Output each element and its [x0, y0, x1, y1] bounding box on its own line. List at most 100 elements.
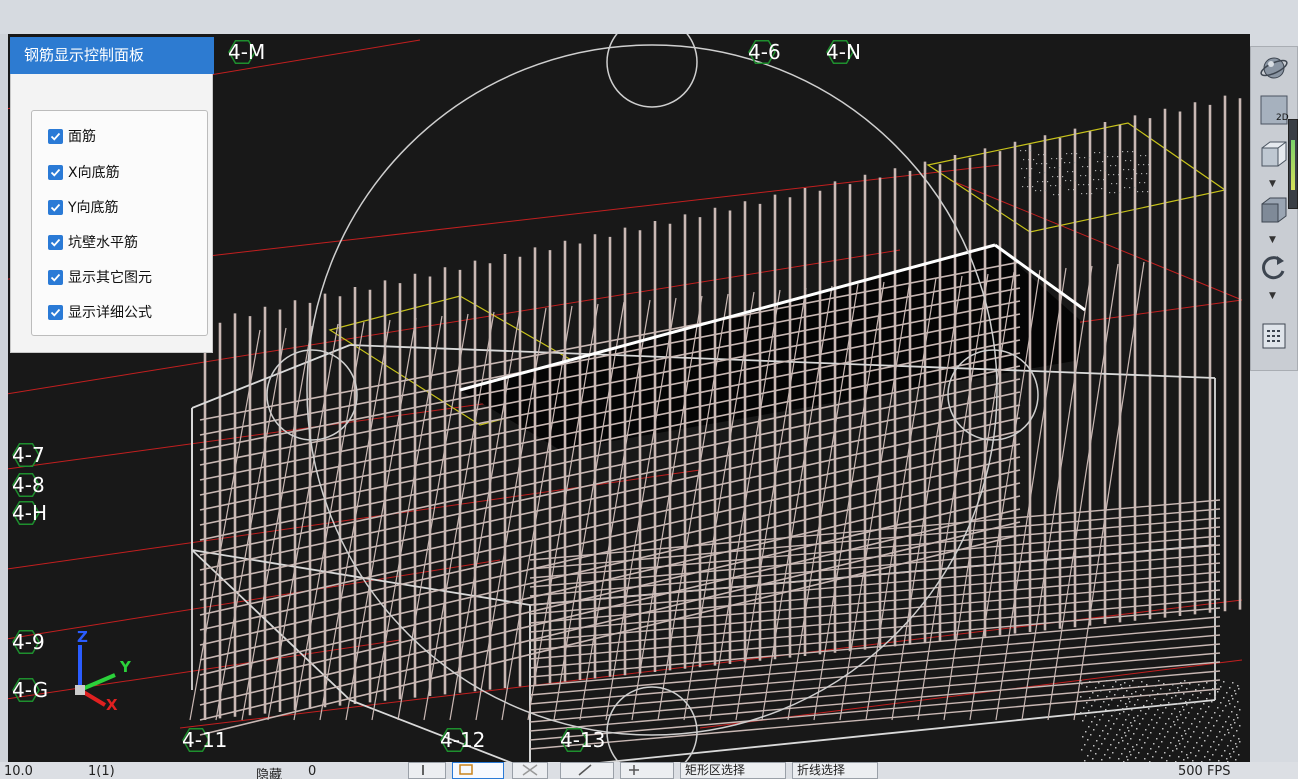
gravel-speck	[1168, 718, 1170, 720]
top-toolbar-area	[0, 0, 1298, 35]
checkbox-pit-wall-horizontal[interactable]	[48, 234, 63, 250]
option-x-bottom-rebar[interactable]: X向底筋	[48, 161, 120, 183]
chevron-down-icon[interactable]: ▼	[1269, 235, 1276, 245]
option-show-other-elements[interactable]: 显示其它图元	[48, 266, 152, 288]
gravel-speck	[1105, 725, 1107, 727]
diagonal-rebar	[371, 315, 443, 721]
gravel-speck	[1195, 755, 1197, 757]
gravel-speck	[1088, 184, 1090, 186]
gravel-speck	[1145, 713, 1147, 715]
gravel-speck	[1181, 751, 1183, 753]
gravel-speck	[1229, 703, 1231, 705]
gravel-speck	[1086, 702, 1088, 704]
y-axis-arrow	[79, 673, 116, 692]
gravel-speck	[1199, 737, 1201, 739]
grid-label: 4-N	[826, 40, 861, 64]
gravel-speck	[1153, 743, 1155, 745]
gravel-speck	[1208, 722, 1210, 724]
gravel-speck	[1210, 730, 1212, 732]
gravel-speck	[1224, 750, 1226, 752]
gravel-speck	[1183, 759, 1185, 761]
gravel-speck	[1140, 694, 1142, 696]
option-y-bottom-rebar[interactable]: Y向底筋	[48, 196, 119, 218]
polyline-select-button[interactable]: 折线选择	[792, 762, 878, 779]
gravel-speck	[1130, 738, 1132, 740]
gravel-speck	[1147, 737, 1149, 739]
gravel-speck	[1035, 190, 1037, 192]
gravel-speck	[1113, 174, 1115, 176]
solid-box-view-button[interactable]	[1257, 193, 1291, 227]
view-cube-button[interactable]	[1257, 137, 1291, 171]
layer-list-icon[interactable]	[1257, 319, 1291, 353]
gravel-speck	[1175, 695, 1177, 697]
gravel-speck	[1059, 167, 1061, 169]
checkbox-x-bottom-rebar[interactable]	[48, 164, 63, 180]
fps-readout: 500 FPS	[1178, 764, 1231, 779]
gravel-speck	[1108, 704, 1110, 706]
checkbox-face-rebar[interactable]	[48, 128, 63, 144]
gravel-speck	[1131, 709, 1133, 711]
orbit-globe-icon[interactable]	[1257, 51, 1291, 85]
option-show-detailed-formula[interactable]: 显示详细公式	[48, 301, 152, 323]
gravel-speck	[1147, 191, 1149, 193]
gravel-speck	[1159, 717, 1161, 719]
gravel-speck	[1126, 706, 1128, 708]
gravel-speck	[1080, 696, 1082, 698]
gravel-speck	[1085, 175, 1087, 177]
gravel-speck	[1125, 160, 1127, 162]
gravel-speck	[1125, 719, 1127, 721]
gravel-speck	[1231, 727, 1233, 729]
gravel-speck	[1215, 749, 1217, 751]
gravel-speck	[1126, 756, 1128, 758]
point-select-button[interactable]	[620, 762, 674, 779]
gravel-speck	[1214, 696, 1216, 698]
chevron-down-icon[interactable]: ▼	[1269, 179, 1276, 189]
gravel-speck	[1091, 193, 1093, 195]
gravel-speck	[1142, 718, 1144, 720]
gravel-speck	[1201, 745, 1203, 747]
option-pit-wall-horizontal-rebar[interactable]: 坑壁水平筋	[48, 231, 138, 253]
grid-label: 4-G	[12, 678, 48, 702]
view-2d-button[interactable]: 2D	[1257, 93, 1291, 127]
gravel-speck	[1184, 746, 1186, 748]
gravel-speck	[1185, 701, 1187, 703]
gravel-speck	[1110, 744, 1112, 746]
panel-title: 钢筋显示控制面板	[10, 37, 214, 74]
wire-box-edge	[191, 549, 531, 606]
gravel-speck	[1103, 685, 1105, 687]
gravel-speck	[1084, 157, 1086, 159]
gravel-speck	[1119, 192, 1121, 194]
gravel-speck	[1232, 748, 1234, 750]
gravel-speck	[1113, 739, 1115, 741]
gravel-speck	[1131, 725, 1133, 727]
checkbox-y-bottom-rebar[interactable]	[48, 199, 63, 215]
rotate-icon[interactable]	[1257, 251, 1291, 285]
gravel-speck	[1081, 683, 1083, 685]
gravel-speck	[1129, 701, 1131, 703]
gravel-speck	[1181, 685, 1183, 687]
gravel-speck	[1120, 700, 1122, 702]
gravel-speck	[1239, 725, 1241, 727]
pointer-tool-button[interactable]	[408, 762, 446, 779]
cross-select-button[interactable]	[512, 762, 548, 779]
line-select-button[interactable]	[560, 762, 614, 779]
checkbox-show-other-elements[interactable]	[48, 269, 63, 285]
option-face-rebar[interactable]: 面筋	[48, 125, 96, 147]
rect-area-select-button[interactable]: 矩形区选择	[680, 762, 786, 779]
gravel-speck	[1112, 752, 1114, 754]
horizontal-rebar	[529, 589, 1221, 651]
gravel-speck	[1182, 722, 1184, 724]
gravel-speck	[1133, 717, 1135, 719]
window-select-button[interactable]	[452, 762, 504, 779]
gravel-speck	[1239, 741, 1241, 743]
gravel-speck	[1232, 682, 1234, 684]
grid-label: 4-12	[440, 728, 485, 752]
checkbox-show-detailed-formula[interactable]	[48, 304, 63, 320]
zoom-slider[interactable]	[1288, 119, 1298, 209]
gravel-speck	[1209, 693, 1211, 695]
gravel-speck	[1219, 731, 1221, 733]
gravel-speck	[1115, 681, 1117, 683]
gravel-speck	[1144, 742, 1146, 744]
chevron-down-icon[interactable]: ▼	[1269, 291, 1276, 301]
gravel-speck	[1112, 156, 1114, 158]
